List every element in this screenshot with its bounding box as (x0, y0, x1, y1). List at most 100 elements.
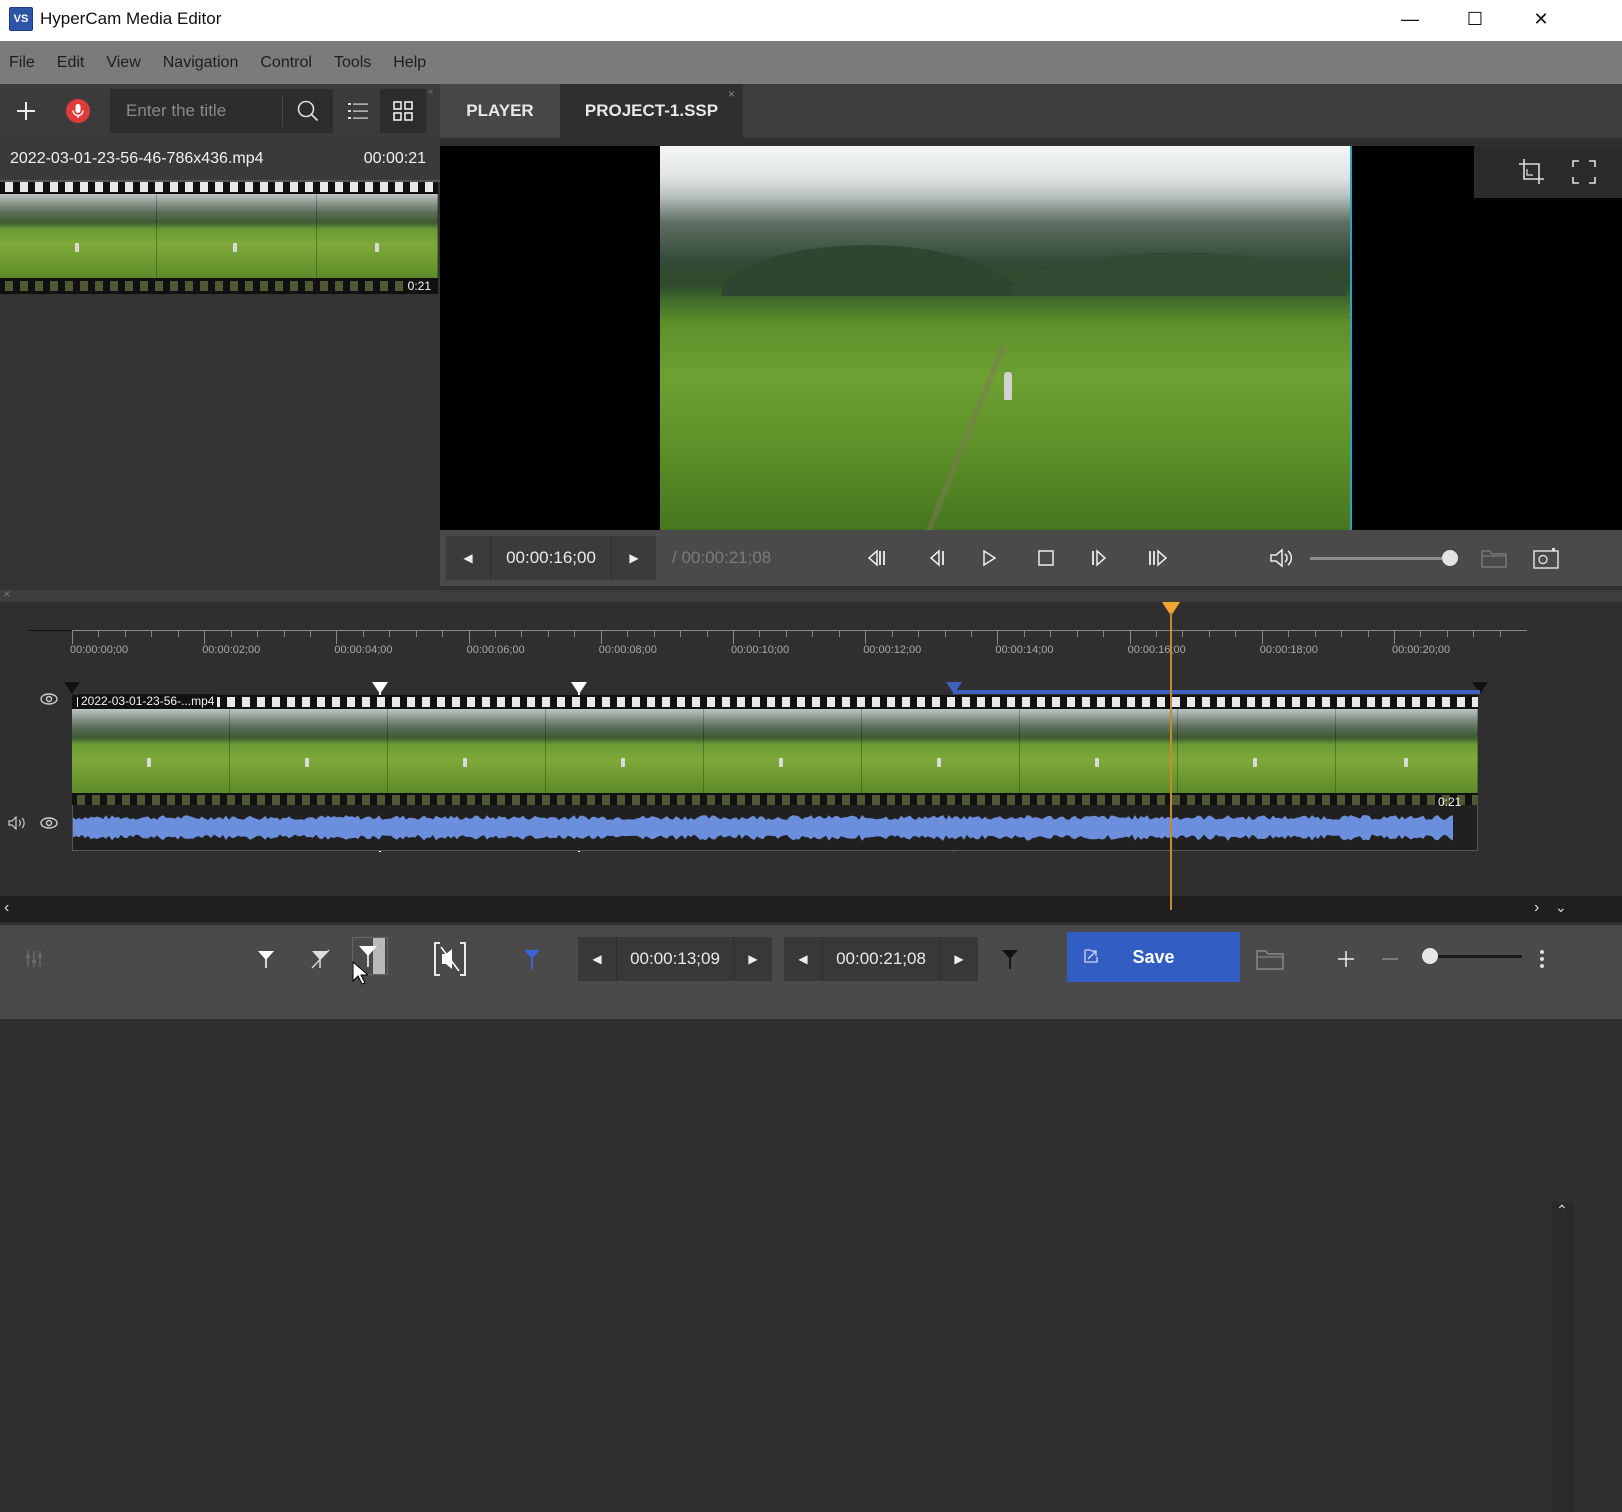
add-media-button[interactable] (4, 89, 48, 133)
zoom-out-button[interactable] (1370, 937, 1410, 981)
crop-button[interactable] (1516, 156, 1548, 188)
selection-start-next-button[interactable]: ▶ (734, 937, 772, 981)
selection-start-field[interactable]: 00:00:13;09 (616, 937, 734, 981)
open-output-folder-button[interactable] (1250, 937, 1290, 981)
search-box (110, 89, 333, 133)
ruler-minor-tick (1420, 630, 1422, 637)
ruler-minor-tick (521, 630, 523, 637)
search-input[interactable] (110, 89, 280, 133)
scroll-right-icon[interactable]: › (1534, 899, 1539, 917)
remove-marker-button[interactable] (300, 937, 340, 981)
ruler-minor-tick (1499, 630, 1501, 637)
menu-file[interactable]: File (9, 54, 35, 72)
ruler-line (72, 630, 1527, 631)
timeline-horizontal-scrollbar[interactable]: ‹ › ⌄ (0, 896, 1622, 922)
ruler-minor-tick (1314, 630, 1316, 637)
step-forward-button[interactable] (1082, 542, 1114, 574)
search-button[interactable] (286, 89, 330, 133)
ruler-minor-tick (362, 630, 364, 637)
stop-button[interactable] (1030, 542, 1062, 574)
play-icon (983, 549, 997, 567)
minimize-button[interactable]: — (1380, 0, 1440, 38)
selection-end-next-button[interactable]: ▶ (940, 937, 978, 981)
next-frame-button[interactable]: ▶ (612, 536, 656, 580)
open-folder-button[interactable] (1478, 542, 1510, 574)
play-button[interactable] (974, 542, 1006, 574)
save-button[interactable]: Save (1067, 932, 1240, 982)
time-ruler[interactable]: 00:00:00;00 00:00:02;00 00:00:04;00 00:00:0… (70, 626, 1527, 666)
tab-project[interactable]: PROJECT-1.SSP × (560, 84, 743, 138)
menu-help[interactable]: Help (393, 54, 426, 72)
tab-player[interactable]: PLAYER (440, 84, 560, 138)
collapse-timeline-icon[interactable]: ✕ (3, 589, 11, 600)
record-audio-button[interactable] (56, 89, 100, 133)
ruler-label: 00:00:20;00 (1392, 644, 1451, 656)
menu-navigation[interactable]: Navigation (163, 54, 239, 72)
selection-start-marker-button[interactable] (512, 937, 552, 981)
go-to-start-button[interactable] (862, 542, 894, 574)
sprocket-strip (72, 795, 1478, 805)
scroll-up-icon[interactable]: ⌃ (1556, 1202, 1568, 1219)
selection-end-prev-button[interactable]: ◀ (784, 937, 822, 981)
menu-tools[interactable]: Tools (334, 54, 371, 72)
clip-frame (1336, 709, 1478, 793)
timeline-vertical-scrollbar[interactable]: ⌃ (1552, 1202, 1574, 1512)
selection-start-prev-button[interactable]: ◀ (578, 937, 616, 981)
volume-slider[interactable] (1310, 550, 1458, 566)
maximize-button[interactable]: ☐ (1445, 0, 1505, 38)
grid-icon (393, 101, 413, 121)
timeline-zoom-thumb[interactable] (1422, 948, 1438, 964)
menu-edit[interactable]: Edit (57, 54, 85, 72)
timeline-zoom-slider[interactable] (1422, 948, 1522, 964)
close-icon: ✕ (1533, 8, 1549, 29)
caret-right-icon: ▶ (748, 952, 758, 966)
close-button[interactable]: ✕ (1511, 0, 1571, 38)
previous-frame-button[interactable]: ◀ (446, 536, 490, 580)
video-preview[interactable] (440, 146, 1622, 530)
close-tab-icon[interactable]: × (728, 87, 735, 101)
grid-view-button[interactable] (380, 89, 426, 133)
menu-view[interactable]: View (106, 54, 140, 72)
audio-clip[interactable] (72, 805, 1478, 851)
snapshot-button[interactable] (1530, 542, 1562, 574)
volume-slider-thumb[interactable] (1442, 550, 1458, 566)
clip-frame (546, 709, 704, 793)
audio-track-mute-icon[interactable] (8, 815, 28, 833)
list-view-button[interactable] (336, 89, 380, 133)
ruler-major-tick (1261, 630, 1263, 644)
tab-project-label: PROJECT-1.SSP (584, 101, 719, 120)
video-track-visibility-icon[interactable] (40, 692, 58, 709)
add-marker-button[interactable] (246, 937, 286, 981)
menu-control[interactable]: Control (260, 54, 312, 72)
export-icon (1084, 949, 1098, 963)
scroll-down-icon[interactable]: ⌄ (1555, 899, 1567, 916)
collapse-panel-icon[interactable]: « (428, 86, 434, 97)
more-options-button[interactable] (1532, 937, 1552, 981)
ruler-minor-tick (944, 630, 946, 637)
ruler-major-tick (865, 630, 867, 644)
video-scene-person (1004, 372, 1012, 400)
ruler-minor-tick (124, 630, 126, 637)
timeline[interactable]: 00:00:00;00 00:00:02;00 00:00:04;00 00:00:0… (0, 602, 1622, 1512)
media-thumbnail[interactable]: 0:21 (0, 182, 438, 294)
panel-splitter[interactable]: ✕ (0, 589, 1622, 602)
ruler-lead-line (28, 630, 72, 631)
selection-end-marker-button[interactable] (990, 937, 1030, 981)
scroll-left-icon[interactable]: ‹ (4, 899, 9, 917)
mute-button[interactable] (1266, 542, 1298, 574)
go-to-end-button[interactable] (1142, 542, 1174, 574)
video-clip[interactable] (72, 695, 1478, 805)
step-back-button[interactable] (922, 542, 954, 574)
mixer-button[interactable] (14, 937, 54, 981)
zoom-in-button[interactable] (1326, 937, 1366, 981)
media-item-header[interactable]: 2022-03-01-23-56-46-786x436.mp4 00:00:21 (0, 138, 440, 182)
fullscreen-button[interactable] (1568, 156, 1600, 188)
current-time-field[interactable]: 00:00:16;00 (490, 536, 612, 580)
ruler-minor-tick (1103, 630, 1105, 637)
selection-end-field[interactable]: 00:00:21;08 (822, 937, 940, 981)
audio-track-visibility-icon[interactable] (40, 816, 58, 833)
window-title: HyperCam Media Editor (40, 9, 222, 28)
mute-selection-button[interactable] (430, 937, 470, 981)
ruler-minor-tick (574, 630, 576, 637)
clip-start-marker[interactable] (64, 682, 80, 694)
